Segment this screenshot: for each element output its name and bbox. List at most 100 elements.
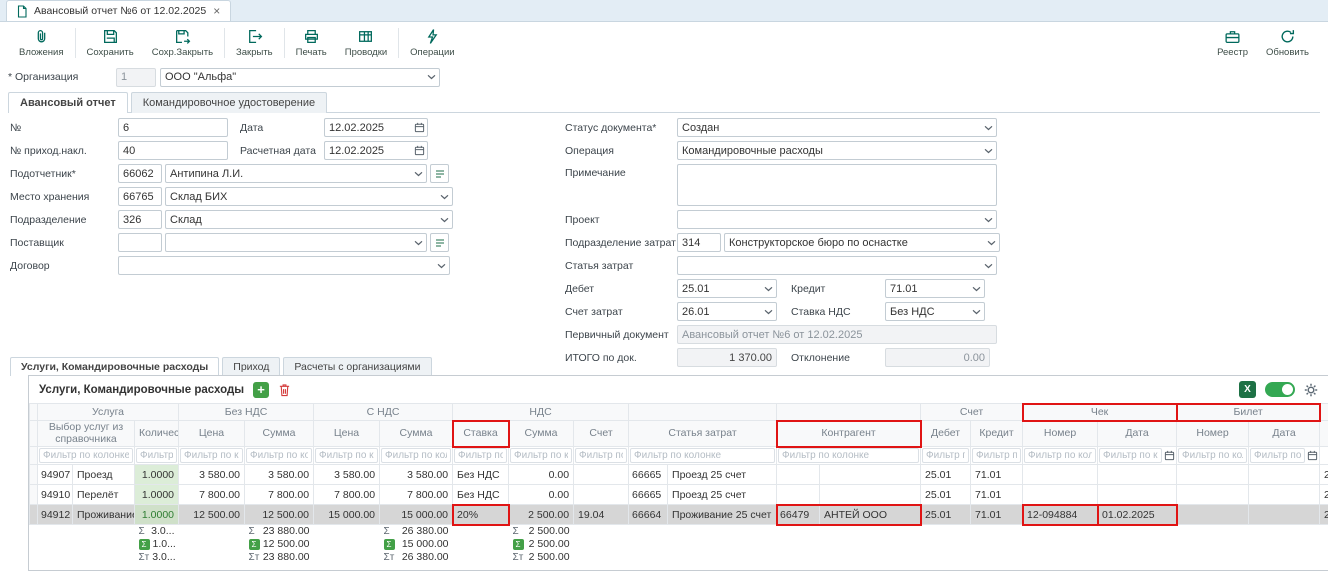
col-header-debit[interactable]: Дебет [921, 421, 971, 447]
col-header-vat-sum[interactable]: Сумма [509, 421, 574, 447]
sum-icon: Σ [513, 526, 519, 537]
note-textarea[interactable] [677, 164, 997, 206]
cost-item-combo[interactable] [677, 256, 997, 275]
calendar-icon[interactable] [414, 145, 425, 156]
col-header-price-vat[interactable]: Цена [314, 421, 380, 447]
col-header-qty[interactable]: Количест... [135, 421, 179, 447]
col-header-ticket-date[interactable]: Дата [1249, 421, 1320, 447]
cost-division-combo[interactable]: Конструкторское бюро по оснастке [724, 233, 1000, 252]
col-header-service[interactable]: Выбор услуг из справочника [38, 421, 135, 447]
deviation-label: Отклонение [777, 352, 885, 364]
calendar-icon[interactable] [1307, 450, 1318, 461]
col-header-price-no-vat[interactable]: Цена [179, 421, 245, 447]
toolbar-separator [398, 28, 399, 58]
accountable-reference-button[interactable] [430, 164, 449, 183]
filter-check-number-input[interactable] [1024, 448, 1096, 463]
document-tab[interactable]: Авансовый отчет №6 от 12.02.2025 × [6, 0, 231, 21]
operations-button[interactable]: Операции [401, 26, 463, 60]
chevron-down-icon [972, 309, 981, 314]
calendar-icon[interactable] [1164, 450, 1175, 461]
division-code-input[interactable] [118, 210, 162, 229]
save-button[interactable]: Сохранить [78, 26, 143, 60]
tab-raschety[interactable]: Расчеты с организациями [283, 357, 431, 376]
organization-combo[interactable]: ООО "Альфа" [160, 68, 440, 87]
col-header-counterparty[interactable]: Контрагент [777, 421, 921, 447]
filter-cost-item-input[interactable] [630, 448, 775, 463]
filter-service-input[interactable] [39, 448, 133, 463]
group-header-ticket: Билет [1177, 404, 1320, 421]
attachments-button[interactable]: Вложения [10, 26, 73, 60]
col-header-vat-account[interactable]: Счет [574, 421, 629, 447]
tab-komandirovochnoe-udostoverenie[interactable]: Командировочное удостоверение [131, 92, 327, 113]
project-combo[interactable] [677, 210, 997, 229]
filter-vat-sum-input[interactable] [510, 448, 572, 463]
registry-button[interactable]: Реестр [1208, 26, 1257, 60]
vat-rate-combo[interactable]: Без НДС [885, 302, 985, 321]
col-header-check-date[interactable]: Дата [1098, 421, 1177, 447]
check-number-cell-highlighted: 12-094884 [1023, 505, 1098, 525]
excel-export-button[interactable]: X [1239, 381, 1256, 398]
col-header-rate[interactable]: Ставка [453, 421, 509, 447]
filter-check-date-input[interactable] [1099, 448, 1162, 463]
tab-close-icon[interactable]: × [212, 5, 221, 17]
number-input[interactable] [118, 118, 228, 137]
tab-prihod[interactable]: Приход [222, 357, 280, 376]
col-header-sum-vat[interactable]: Сумма [380, 421, 453, 447]
table-row[interactable]: 94907Проезд 1.0000 3 580.00 3 580.00 3 5… [30, 465, 1328, 485]
status-combo[interactable]: Создан [677, 118, 997, 137]
filter-price-no-vat-input[interactable] [180, 448, 243, 463]
tab-uslugi-rashody[interactable]: Услуги, Командировочные расходы [10, 357, 219, 376]
grid-settings-button[interactable] [1304, 383, 1318, 397]
save-close-button[interactable]: Сохр.Закрыть [143, 26, 222, 60]
receipt-number-input[interactable] [118, 141, 228, 160]
credit-combo[interactable]: 71.01 [885, 279, 985, 298]
filter-qty-input[interactable] [136, 448, 177, 463]
col-header-sum-no-vat[interactable]: Сумма [245, 421, 314, 447]
contract-label: Договор [10, 260, 118, 272]
filter-credit-input[interactable] [972, 448, 1021, 463]
refresh-button[interactable]: Обновить [1257, 26, 1318, 60]
filter-sum-no-vat-input[interactable] [246, 448, 312, 463]
close-button[interactable]: Закрыть [227, 26, 282, 60]
contract-combo[interactable] [118, 256, 450, 275]
accountable-combo[interactable]: Антипина Л.И. [165, 164, 427, 183]
toolbar-separator [284, 28, 285, 58]
supplier-reference-button[interactable] [430, 233, 449, 252]
date-input[interactable] [324, 118, 428, 137]
filter-vat-account-input[interactable] [575, 448, 627, 463]
cost-division-code-input[interactable] [677, 233, 721, 252]
supplier-code-input[interactable] [118, 233, 162, 252]
col-header-ticket-number[interactable]: Номер [1177, 421, 1249, 447]
filter-debit-input[interactable] [922, 448, 969, 463]
calc-date-input[interactable] [324, 141, 428, 160]
postings-button[interactable]: Проводки [336, 26, 396, 60]
storage-combo[interactable]: Склад БИХ [165, 187, 453, 206]
filter-toggle[interactable] [1265, 382, 1295, 397]
table-row-selected[interactable]: 94912Проживание 1.0000 12 500.00 12 500.… [30, 505, 1328, 525]
division-combo[interactable]: Склад [165, 210, 453, 229]
accountable-code-input[interactable] [118, 164, 162, 183]
operation-combo[interactable]: Командировочные расходы [677, 141, 997, 160]
col-header-cost-item[interactable]: Статья затрат [629, 421, 777, 447]
col-header-check-number[interactable]: Номер [1023, 421, 1098, 447]
filter-sum-vat-input[interactable] [381, 448, 451, 463]
col-header-credit[interactable]: Кредит [971, 421, 1023, 447]
filter-counterparty-input[interactable] [778, 448, 919, 463]
chevron-down-icon [437, 263, 446, 268]
tab-avansovy-otchet[interactable]: Авансовый отчет [8, 92, 128, 113]
calendar-icon[interactable] [414, 122, 425, 133]
filter-ticket-date-input[interactable] [1250, 448, 1305, 463]
cost-account-combo[interactable]: 26.01 [677, 302, 777, 321]
add-row-button[interactable]: + [253, 382, 269, 398]
storage-code-input[interactable] [118, 187, 162, 206]
filter-price-vat-input[interactable] [315, 448, 378, 463]
table-row[interactable]: 94910Перелёт 1.0000 7 800.00 7 800.00 7 … [30, 485, 1328, 505]
group-header-no-vat: Без НДС [179, 404, 314, 421]
delete-row-button[interactable] [278, 383, 291, 397]
filter-rate-input[interactable] [454, 448, 507, 463]
debit-combo[interactable]: 25.01 [677, 279, 777, 298]
print-button[interactable]: Печать [287, 26, 336, 60]
organization-code-field[interactable] [116, 68, 156, 87]
filter-ticket-number-input[interactable] [1178, 448, 1247, 463]
supplier-combo[interactable] [165, 233, 427, 252]
